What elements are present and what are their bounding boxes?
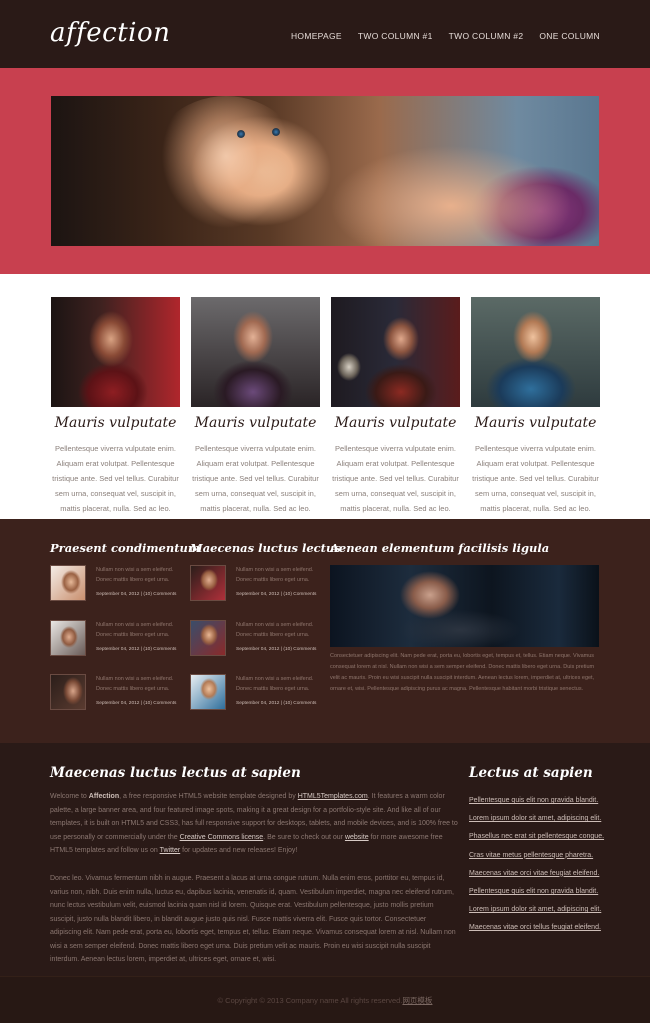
feature-card: Mauris vulputate Pellentesque viverra vu… [51,297,180,516]
twitter-link[interactable]: Twitter [160,847,181,854]
copyright: © Copyright © 2013 Company name All righ… [0,995,650,1006]
website-link[interactable]: website [345,834,369,841]
copyright-text: © Copyright © 2013 Company name All righ… [217,996,403,1005]
post-excerpt: Nullam non wisi a sem eleifend. Donec ma… [96,622,174,638]
post-meta: September 04, 2012 | (10) Comments [96,647,177,652]
post-excerpt: Nullam non wisi a sem eleifend. Donec ma… [236,567,314,583]
feature-image[interactable] [471,297,600,407]
post-excerpt: Nullam non wisi a sem eleifend. Donec ma… [96,676,174,692]
about-title: Maecenas luctus lectus at sapien [50,765,301,781]
site-header: affection HOMEPAGE TWO COLUMN #1 TWO COL… [0,0,650,68]
creative-commons-link[interactable]: Creative Commons license [180,834,264,841]
sidebar-link[interactable]: Maecenas vitae orci vitae feugiat eleife… [469,865,609,883]
feature-card: Mauris vulputate Pellentesque viverra vu… [471,297,600,516]
post-thumbnail[interactable] [190,565,226,601]
feature-image[interactable] [51,297,180,407]
sidebar-link[interactable]: Pellentesque quis elit non gravida bland… [469,883,609,901]
post-thumbnail[interactable] [190,674,226,710]
post-excerpt: Nullam non wisi a sem eleifend. Donec ma… [96,567,174,583]
sidebar-title: Lectus at sapien [469,765,593,781]
nav-homepage[interactable]: HOMEPAGE [291,31,342,41]
feature-title: Mauris vulputate [474,415,597,431]
feature-image[interactable] [331,297,460,407]
sidebar-link[interactable]: Cras vitae metus pellentesque pharetra. [469,847,609,865]
sidebar-link[interactable]: Lorem ipsum dolor sit amet, adipiscing e… [469,901,609,919]
feature-card: Mauris vulputate Pellentesque viverra vu… [331,297,460,516]
blog-feature-image[interactable] [330,565,599,647]
post-excerpt: Nullam non wisi a sem eleifend. Donec ma… [236,676,314,692]
feature-title: Mauris vulputate [334,415,457,431]
brand-name: Affection [88,793,120,800]
feature-title: Mauris vulputate [54,415,177,431]
blog-feature-text: Consectetuer adipiscing elit. Nam pede e… [330,653,595,692]
text: . Be sure to check out our [263,833,345,841]
about-paragraph-2: Donec leo. Vivamus fermentum nibh in aug… [50,875,456,963]
feature-image[interactable] [191,297,320,407]
nav-one-column[interactable]: ONE COLUMN [539,31,600,41]
sidebar-links: Pellentesque quis elit non gravida bland… [469,792,609,938]
post-meta: September 04, 2012 | (10) Comments [236,647,317,652]
post-thumbnail[interactable] [50,565,86,601]
column-title: Praesent condimentum [50,541,201,555]
column-title: Maecenas luctus lectus [190,541,341,555]
text: , a free responsive HTML5 website templa… [119,793,298,800]
post-thumbnail[interactable] [50,620,86,656]
sidebar-link[interactable]: Phasellus nec erat sit pellentesque cong… [469,828,609,846]
feature-card: Mauris vulputate Pellentesque viverra vu… [191,297,320,516]
post-meta: September 04, 2012 | (10) Comments [236,592,317,597]
post-thumbnail[interactable] [50,674,86,710]
hero-banner-image [51,96,599,246]
main-nav: HOMEPAGE TWO COLUMN #1 TWO COLUMN #2 ONE… [291,31,600,41]
post-thumbnail[interactable] [190,620,226,656]
footer-link[interactable]: 网页模板 [402,996,432,1005]
feature-text: Pellentesque viverra vulputate enim. Ali… [52,444,179,513]
sidebar-link[interactable]: Lorem ipsum dolor sit amet, adipiscing e… [469,810,609,828]
column-title: Aenean elementum facilisis ligula [330,541,550,555]
post-meta: September 04, 2012 | (10) Comments [96,701,177,706]
sidebar-link[interactable]: Pellentesque quis elit non gravida bland… [469,792,609,810]
feature-title: Mauris vulputate [194,415,317,431]
post-meta: September 04, 2012 | (10) Comments [96,592,177,597]
nav-two-column-1[interactable]: TWO COLUMN #1 [358,31,433,41]
text: Welcome to [50,793,89,800]
feature-text: Pellentesque viverra vulputate enim. Ali… [332,444,459,513]
feature-text: Pellentesque viverra vulputate enim. Ali… [472,444,599,513]
post-meta: September 04, 2012 | (10) Comments [236,701,317,706]
post-excerpt: Nullam non wisi a sem eleifend. Donec ma… [236,622,314,638]
site-logo[interactable]: affection [50,18,170,48]
about-paragraph-1: Welcome to Affection, a free responsive … [50,790,458,858]
html5templates-link[interactable]: HTML5Templates.com [298,793,368,800]
text: for updates and new releases! Enjoy! [180,847,298,854]
nav-two-column-2[interactable]: TWO COLUMN #2 [449,31,524,41]
sidebar-link[interactable]: Maecenas vitae orci tellus feugiat eleif… [469,919,609,937]
feature-text: Pellentesque viverra vulputate enim. Ali… [192,444,319,513]
